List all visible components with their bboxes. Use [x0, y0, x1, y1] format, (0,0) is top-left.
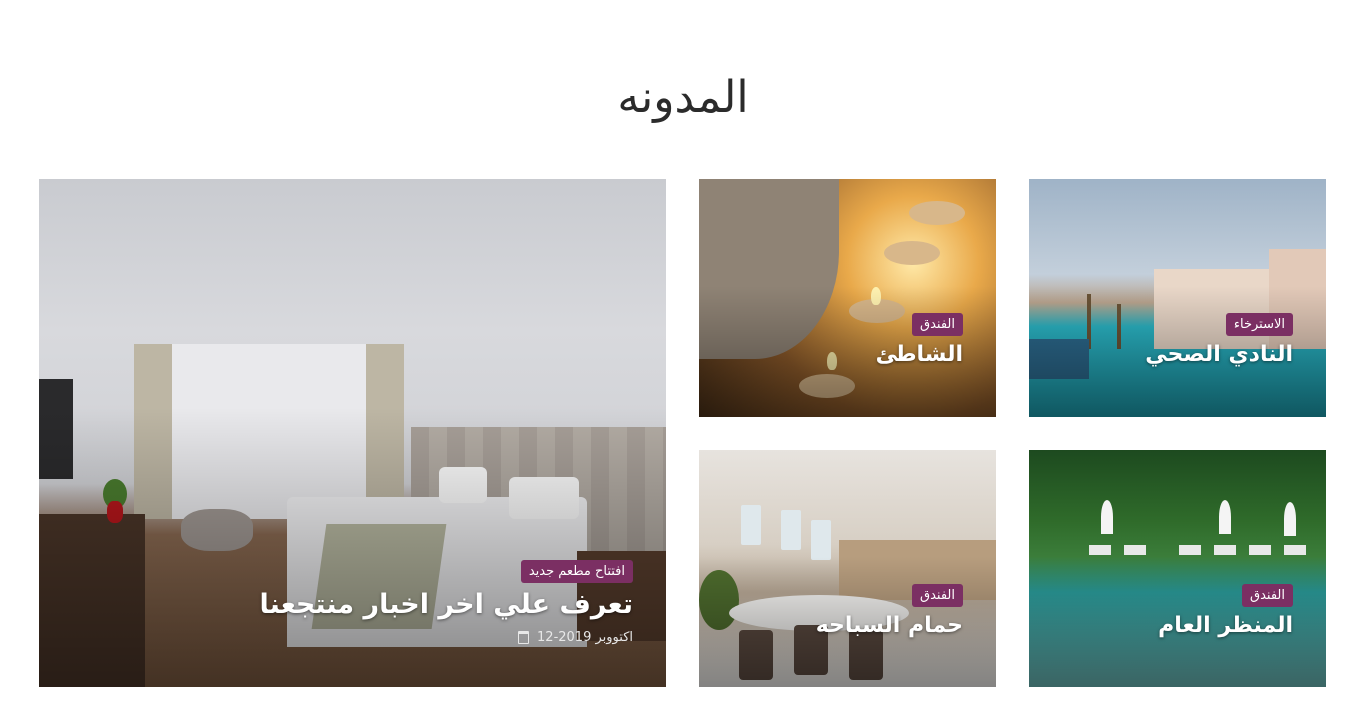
featured-post-date: اكتووبر 2019-12 [260, 630, 633, 645]
post-title[interactable]: المنظر العام [1158, 613, 1293, 638]
post-card-general-view[interactable]: الفندق المنظر العام [1029, 450, 1326, 687]
calendar-icon [518, 631, 530, 644]
featured-post-title[interactable]: تعرف علي اخر اخبار منتجعنا [260, 589, 633, 620]
post-title[interactable]: حمام السباحه [816, 613, 963, 638]
featured-date-text: اكتووبر 2019-12 [537, 630, 633, 645]
category-badge[interactable]: الفندق [912, 584, 963, 607]
post-title[interactable]: النادي الصحي [1145, 342, 1293, 367]
section-title: المدونه [617, 72, 749, 123]
post-title[interactable]: الشاطئ [876, 342, 963, 367]
category-badge[interactable]: الفندق [1242, 584, 1293, 607]
post-card-beach[interactable]: الفندق الشاطئ [699, 179, 996, 417]
post-card-swimming-pool[interactable]: الفندق حمام السباحه [699, 450, 996, 687]
category-badge[interactable]: الاسترخاء [1225, 313, 1293, 336]
category-badge[interactable]: الفندق [912, 313, 963, 336]
featured-post-card[interactable]: افتتاح مطعم جديد تعرف علي اخر اخبار منتج… [39, 179, 666, 687]
featured-category-badge[interactable]: افتتاح مطعم جديد [520, 560, 633, 583]
post-card-health-club[interactable]: الاسترخاء النادي الصحي [1029, 179, 1326, 417]
